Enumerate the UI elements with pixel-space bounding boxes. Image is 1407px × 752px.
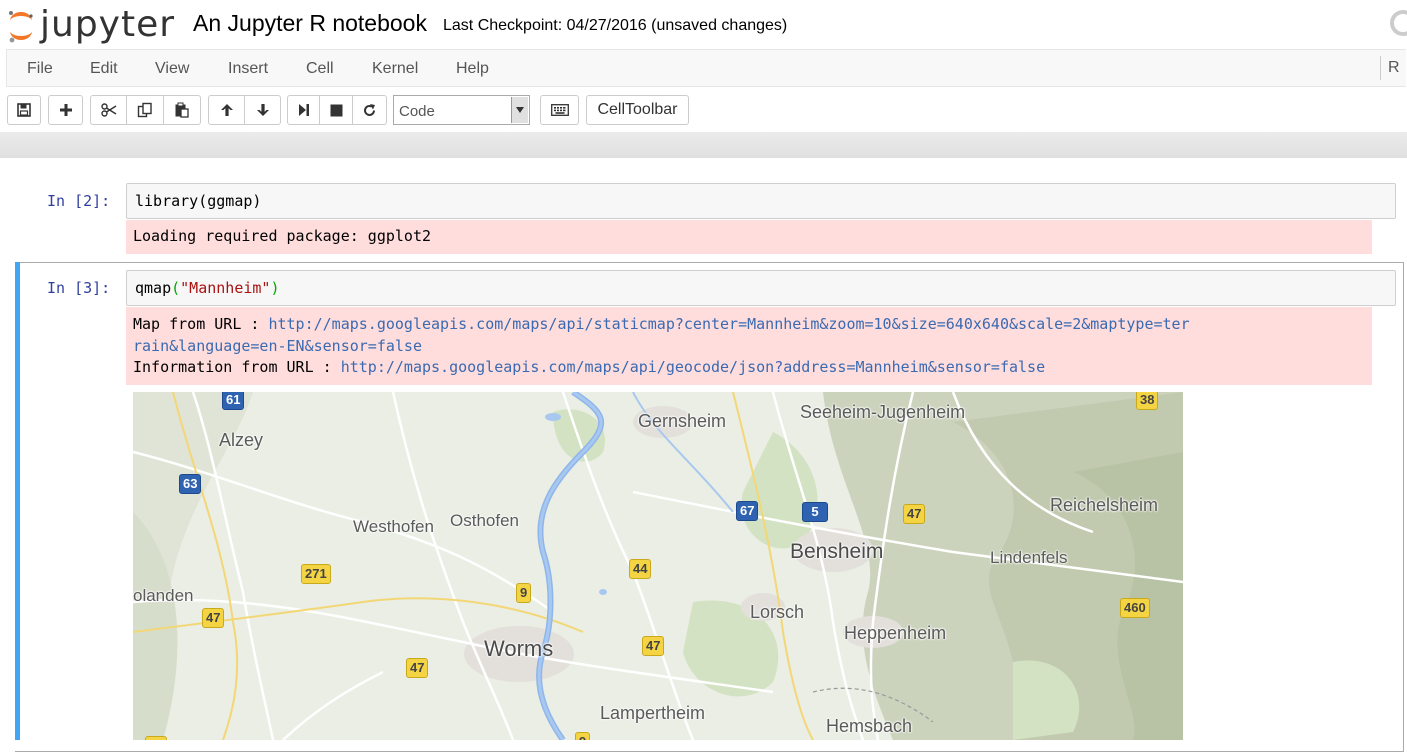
checkpoint-status: Last Checkpoint: 04/27/2016 (unsaved cha… [443,17,788,34]
move-up-button[interactable] [208,95,245,125]
stderr-output: Map from URL : http://maps.googleapis.co… [126,307,1372,385]
notebook-header: jupyter An Jupyter R notebook Last Check… [0,0,1407,50]
road-shield: 271 [301,564,331,584]
map-output-image: Alzey Gernsheim Seeheim-Jugenheim Reiche… [133,392,1183,740]
stderr-line: rain&language=en-EN&sensor=false [133,336,1365,358]
step-forward-icon [298,104,309,116]
code-paren: ( [171,279,181,297]
autobahn-shield: 61 [222,392,245,410]
kernel-status-icon [1390,10,1407,36]
menu-view[interactable]: View [155,60,189,78]
command-palette-button[interactable] [540,95,579,125]
road-shield: 47 [903,504,926,524]
town-label: olanden [133,586,194,605]
code-string: "Mannheim" [180,279,271,297]
menu-cell[interactable]: Cell [306,60,334,78]
road-shield: 47 [202,608,225,628]
cell-type-value: Code [399,103,435,120]
town-label: Westhofen [353,517,434,536]
code-paren: ) [270,279,280,297]
town-label: Bensheim [790,540,884,563]
map-url-link-cont[interactable]: rain&language=en-EN&sensor=false [133,337,422,355]
kernel-separator [1380,56,1381,80]
cut-button[interactable] [90,95,127,125]
notebook-title[interactable]: An Jupyter R notebook [193,10,427,37]
road-shield: 9 [575,732,591,740]
celltoolbar-button[interactable]: CellToolbar [586,95,689,125]
paste-icon [175,102,189,118]
move-down-button[interactable] [244,95,281,125]
keyboard-icon [550,104,569,116]
town-label: Lindenfels [990,548,1068,567]
paste-button[interactable] [163,95,201,125]
cell-prompt: In [3]: [47,279,111,297]
kernel-indicator: R [1388,59,1400,76]
town-label: Lorsch [750,602,805,622]
menu-bar: File Edit View Insert Cell Kernel Help R [6,49,1406,87]
stderr-label: Information from URL : [133,358,341,376]
code-text: qmap("Mannheim") [135,279,280,297]
road-shield: 47 [642,636,665,656]
interrupt-kernel-button[interactable] [319,95,353,125]
town-label: Hemsbach [826,716,913,736]
cell-type-select[interactable]: Code [393,95,530,125]
town-label: Osthofen [450,511,519,530]
toolbar: CellToolbar [0,88,1407,132]
code-function: qmap [135,279,172,297]
town-label: Worms [484,636,554,661]
menu-help[interactable]: Help [456,60,489,78]
jupyter-logo-icon [6,7,36,43]
geocode-url-link[interactable]: http://maps.googleapis.com/maps/api/geoc… [341,358,1045,376]
menu-insert[interactable]: Insert [228,60,268,78]
town-label: Reichelsheim [1050,495,1159,515]
road-shield: 38 [1136,392,1159,410]
town-label: Gernsheim [638,411,727,431]
menu-kernel[interactable]: Kernel [372,60,418,78]
town-label: Lampertheim [600,703,706,723]
cell-prompt: In [2]: [47,192,111,210]
save-icon [17,103,31,117]
insert-cell-button[interactable] [48,95,83,125]
stderr-label: Map from URL : [133,315,269,333]
copy-button[interactable] [126,95,164,125]
selected-cell-indicator [15,262,20,740]
autobahn-shield: 63 [179,474,202,494]
code-input[interactable]: qmap("Mannheim") [126,270,1396,306]
stderr-line: Information from URL : http://maps.googl… [133,357,1365,379]
jupyter-logo[interactable]: jupyter [6,3,176,47]
restart-kernel-button[interactable] [352,95,387,125]
chevron-down-icon[interactable] [511,97,528,123]
cut-icon [100,103,116,117]
header-shadow [0,132,1407,158]
stderr-line: Loading required package: ggplot2 [133,227,432,245]
road-shield: 460 [1120,598,1150,618]
stop-icon [330,104,342,116]
save-button[interactable] [7,95,41,125]
town-label: Heppenheim [844,623,947,643]
menu-edit[interactable]: Edit [90,60,118,78]
town-label: Alzey [219,430,264,450]
refresh-icon [364,103,375,116]
autobahn-shield: 5 [802,502,828,522]
town-label: Seeheim-Jugenheim [800,402,966,422]
code-input[interactable]: library(ggmap) [126,183,1396,219]
road-shield: 47 [406,658,429,678]
code-text: library(ggmap) [135,192,262,210]
copy-icon [137,102,152,118]
menu-file[interactable]: File [27,60,53,78]
road-shield: 9 [516,583,532,603]
logo-text: jupyter [40,4,176,45]
stderr-line: Map from URL : http://maps.googleapis.co… [133,314,1365,336]
road-shield: 44 [629,559,652,579]
map-url-link[interactable]: http://maps.googleapis.com/maps/api/stat… [268,315,1189,333]
stderr-output: Loading required package: ggplot2 [126,220,1372,254]
plus-icon [59,104,72,116]
arrow-down-icon [256,104,269,116]
run-cell-button[interactable] [287,95,320,125]
arrow-up-icon [220,104,233,116]
road-shield: 47 [145,736,168,740]
autobahn-shield: 67 [736,501,759,521]
